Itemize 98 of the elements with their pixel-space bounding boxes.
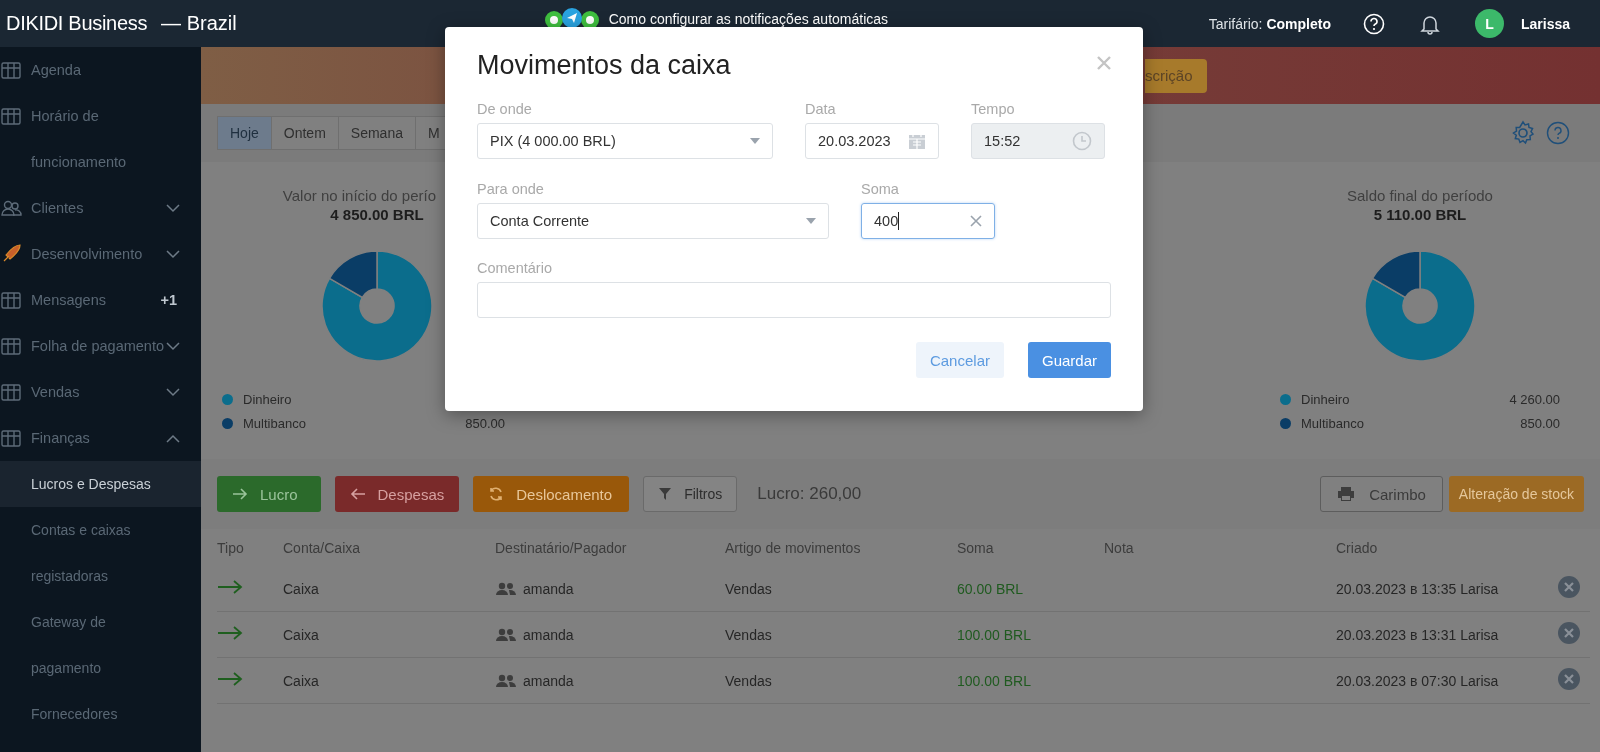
period-amount: 5 110.00 BRL [1373, 206, 1467, 223]
sidebar-item[interactable]: Desenvolvimento [0, 231, 201, 277]
field-label: De onde [477, 101, 533, 117]
legend-label: Multibanco [1301, 416, 1364, 431]
caret-icon [806, 218, 816, 224]
column-header: Nota [1104, 539, 1135, 556]
people-icon [495, 673, 517, 688]
cancel-button[interactable]: Cancelar [915, 342, 1004, 378]
transfer-button[interactable]: Deslocamento [473, 476, 630, 512]
column-header: Criado [1336, 539, 1379, 556]
period-tab[interactable]: Hoje [217, 116, 272, 150]
unread-count: +1 [160, 291, 177, 310]
table-cell-text: 60.00 BRL [957, 580, 1025, 597]
sidebar-subitem[interactable]: Gateway de pagamento [0, 599, 156, 691]
legend-value: 850.00 [465, 416, 505, 431]
table-cell: amanda [523, 626, 574, 643]
table-cell-text: Caixa [283, 580, 320, 597]
arrow-right-icon [217, 580, 243, 594]
delete-icon[interactable] [1558, 576, 1580, 598]
field-label: Para onde [477, 181, 545, 197]
arrow-right-icon [232, 488, 248, 500]
region-label: — Brazil [161, 12, 237, 35]
subscription-button[interactable]: scrição [1145, 58, 1207, 93]
field-label: Comentário [477, 260, 553, 276]
table-cell-text: Caixa [283, 672, 320, 689]
notifications-help-link[interactable]: Como configurar as notificações automáticas [608, 10, 889, 27]
sidebar-item[interactable]: Clientes [0, 185, 201, 231]
table-cell: amanda [523, 672, 574, 689]
printer-icon [1337, 486, 1356, 502]
dialog-title: Movimentos da caixa [477, 50, 731, 81]
period-title: Saldo final do período [1347, 187, 1493, 204]
table-cell-text: 20.03.2023 в 13:31 Larisa [1336, 626, 1500, 643]
field-label: Data [805, 101, 837, 117]
user-avatar[interactable]: L [1474, 9, 1504, 38]
expense-button[interactable]: Despesas [334, 476, 460, 512]
arrow-right-icon [217, 626, 243, 640]
plan-label: Tarifário: Completo [1208, 15, 1331, 32]
table-cell-text: 20.03.2023 в 07:30 Larisa [1336, 672, 1500, 689]
settings-icon[interactable] [1510, 120, 1536, 146]
table-cell: amanda [523, 580, 574, 597]
sidebar-subitem[interactable]: Lucros e Despesas [0, 461, 201, 507]
sidebar-item[interactable]: Vendas [0, 369, 201, 415]
refresh-icon [488, 486, 505, 502]
table-cell-text: 100.00 BRL [957, 626, 1032, 643]
column-header: Tipo [217, 539, 245, 556]
people-icon [495, 627, 517, 642]
sidebar-item[interactable]: Agenda [0, 47, 201, 93]
arrow-right-icon [217, 672, 243, 686]
print-button[interactable]: Carimbo [1320, 476, 1443, 512]
delete-icon[interactable] [1558, 622, 1580, 644]
clear-icon[interactable] [970, 215, 982, 227]
delete-icon[interactable] [1558, 668, 1580, 690]
legend-value: 4 260.00 [1509, 392, 1560, 407]
stock-change-button[interactable]: Alteração de stock [1448, 476, 1584, 512]
table-icon [0, 335, 22, 357]
filter-button[interactable]: Filtros [643, 476, 738, 512]
field-label: Tempo [971, 101, 1016, 117]
save-button[interactable]: Guardar [1027, 342, 1111, 378]
arrow-left-icon [349, 488, 366, 500]
period-amount: 4 850.00 BRL [330, 206, 424, 223]
sidebar-subitem[interactable]: Contas e caixas registadoras [0, 507, 156, 599]
sidebar-item[interactable]: Folha de pagamento [0, 323, 201, 369]
table-cell-text: 20.03.2023 в 13:35 Larisa [1336, 580, 1500, 597]
legend-label: Multibanco [243, 416, 306, 431]
brand-name: DIKIDI Business [6, 12, 148, 35]
column-header: Soma [957, 539, 995, 556]
column-header: Destinatário/Pagador [495, 539, 628, 556]
field-label: Soma [861, 181, 900, 197]
sidebar-subitem[interactable]: Fornecedores [0, 691, 156, 737]
legend-label: Dinheiro [243, 392, 292, 407]
sidebar-item[interactable]: Mensagens +1 [0, 277, 201, 323]
period-tab[interactable]: Ontem [270, 116, 339, 150]
sidebar-item[interactable]: Horário de funcionamento [0, 93, 201, 185]
clock-icon [1072, 131, 1092, 151]
people-icon [495, 581, 517, 596]
profit-summary: Lucro: 260,00 [757, 484, 862, 504]
caret-icon [750, 138, 760, 144]
amount-field[interactable]: 400 [861, 203, 995, 239]
table-cell-text: 100.00 BRL [957, 672, 1032, 689]
table-cell-text: Vendas [725, 580, 773, 597]
dropdown[interactable]: Conta Corrente [477, 203, 829, 239]
dropdown[interactable]: PIX (4 000.00 BRL) [477, 123, 773, 159]
text-field[interactable] [477, 282, 1111, 318]
period-tab[interactable]: Semana [337, 116, 416, 150]
column-header: Artigo de movimentos [725, 539, 862, 556]
user-name[interactable]: Larissa [1520, 15, 1570, 32]
filter-icon [658, 487, 673, 501]
period-title: Valor no início do perío [282, 187, 436, 204]
sidebar-item[interactable]: Finanças [0, 415, 201, 461]
legend-value: 850.00 [1520, 416, 1560, 431]
table-cell-text: Caixa [283, 626, 320, 643]
close-icon[interactable] [1097, 55, 1111, 70]
table-cell-text: Vendas [725, 626, 773, 643]
legend-label: Dinheiro [1301, 392, 1350, 407]
table-cell-text: Vendas [725, 672, 773, 689]
income-button[interactable]: Lucro [217, 476, 321, 512]
column-header: Conta/Caixa [283, 539, 362, 556]
date-field[interactable]: 20.03.2023 [805, 123, 939, 159]
